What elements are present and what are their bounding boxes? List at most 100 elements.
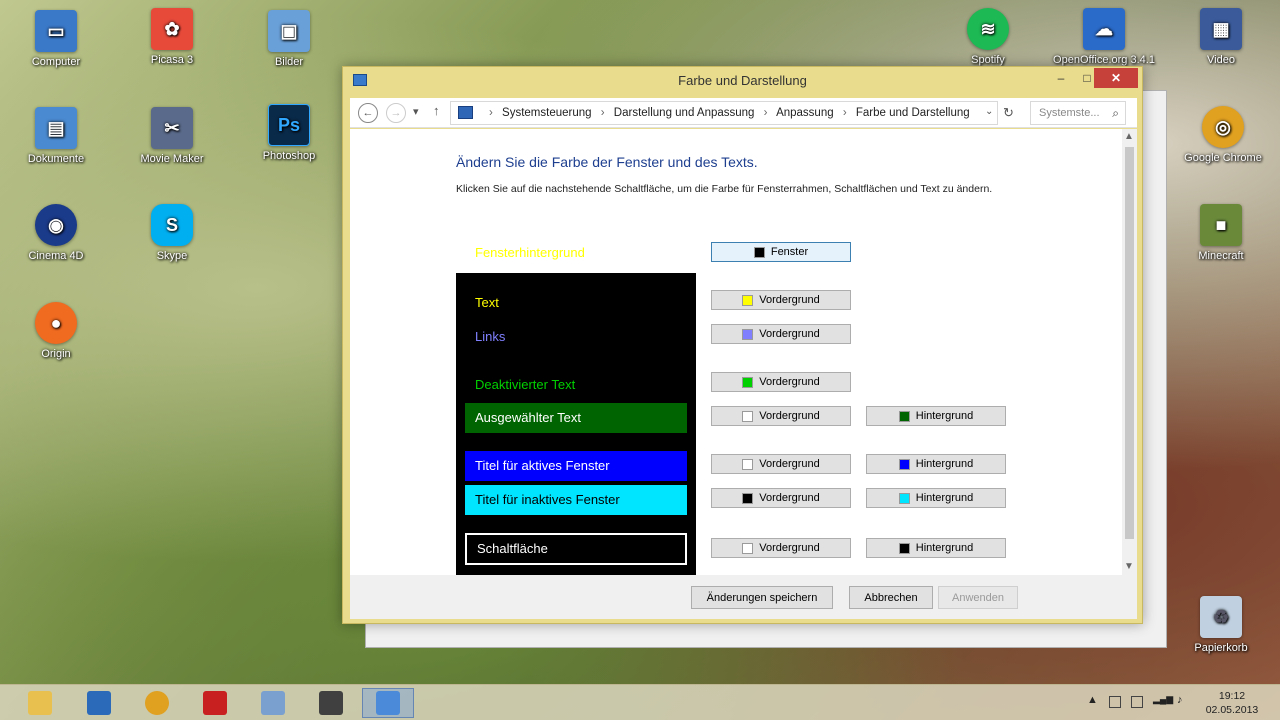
selected-background-button[interactable]: Hintergrund <box>866 406 1006 426</box>
openoffice-icon: ☁ <box>1083 8 1125 50</box>
desktop-icon-computer[interactable]: ▭ Computer <box>13 10 99 68</box>
color-appearance-window: Farbe und Darstellung – □ ✕ ← → ▾ ↑ › Sy… <box>342 66 1143 624</box>
disabled-foreground-button[interactable]: Vordergrund <box>711 372 851 392</box>
desktop-icon-spotify[interactable]: ≋ Spotify <box>945 8 1031 66</box>
desktop-icon-chrome[interactable]: ◎ Google Chrome <box>1178 106 1268 164</box>
active-title-foreground-button[interactable]: Vordergrund <box>711 454 851 474</box>
search-input[interactable]: Systemste... ⌕ <box>1030 101 1126 125</box>
vertical-scrollbar[interactable]: ▲ ▼ <box>1122 129 1137 575</box>
apply-button[interactable]: Anwenden <box>938 586 1018 609</box>
back-button[interactable]: ← <box>358 103 378 123</box>
up-button[interactable]: ↑ <box>433 103 440 118</box>
chrome-icon <box>145 691 169 715</box>
button-label: Fenster <box>770 246 809 258</box>
breadcrumb-darstellung[interactable]: Darstellung und Anpassung <box>614 107 755 119</box>
button-foreground-button[interactable]: Vordergrund <box>711 538 851 558</box>
computer-icon: ▭ <box>35 10 77 52</box>
desktop-icon-label: Origin <box>41 348 71 360</box>
signal-icon[interactable]: ▂▄▆ <box>1153 694 1173 705</box>
desktop-icon-dokumente[interactable]: ▤ Dokumente <box>13 107 99 165</box>
breadcrumb-farbe[interactable]: Farbe und Darstellung <box>856 107 970 119</box>
taskbar-picture[interactable] <box>247 688 299 718</box>
desktop-icon-movie-maker[interactable]: ✂ Movie Maker <box>129 107 215 165</box>
minecraft-icon: ■ <box>1200 204 1242 246</box>
desktop-icon-label: Papierkorb <box>1194 642 1248 654</box>
breadcrumb-systemsteuerung[interactable]: Systemsteuerung <box>502 107 592 119</box>
taskbar-chrome[interactable] <box>131 688 183 718</box>
scroll-up-icon[interactable]: ▲ <box>1124 131 1134 142</box>
address-dropdown-icon[interactable]: ⌄ <box>985 106 993 117</box>
cancel-button[interactable]: Abbrechen <box>849 586 933 609</box>
recent-locations-button[interactable]: ▾ <box>413 105 419 118</box>
navigation-bar: ← → ▾ ↑ › Systemsteuerung › Darstellung … <box>350 98 1137 128</box>
inactive-title-foreground-button[interactable]: Vordergrund <box>711 488 851 508</box>
media-icon <box>319 691 343 715</box>
clock-date: 02.05.2013 <box>1205 704 1259 716</box>
search-icon[interactable]: ⌕ <box>1112 106 1119 121</box>
taskbar-explorer[interactable] <box>14 688 66 718</box>
breadcrumb-separator: › <box>489 107 493 119</box>
network-icon[interactable] <box>1131 696 1143 708</box>
documents-icon: ▤ <box>35 107 77 149</box>
desktop-icon-papierkorb[interactable]: ♻ Papierkorb <box>1178 596 1264 654</box>
desktop-icon-label: Dokumente <box>27 153 85 165</box>
desktop-icon-cinema4d[interactable]: ◉ Cinema 4D <box>13 204 99 262</box>
desktop-icon-label: Computer <box>31 56 81 68</box>
movie-maker-icon: ✂ <box>151 107 193 149</box>
title-bar[interactable]: Farbe und Darstellung – □ ✕ <box>343 67 1142 97</box>
forward-button[interactable]: → <box>386 103 406 123</box>
desktop-icon-picasa[interactable]: ✿ Picasa 3 <box>129 8 215 66</box>
text-foreground-button[interactable]: Vordergrund <box>711 290 851 310</box>
button-label: Vordergrund <box>759 328 820 340</box>
taskbar-media[interactable] <box>305 688 357 718</box>
desktop-icon-openoffice[interactable]: ☁ OpenOffice.org 3.4.1 <box>1049 8 1159 66</box>
close-button[interactable]: ✕ <box>1094 68 1138 88</box>
desktop-icon-skype[interactable]: S Skype <box>129 204 215 262</box>
button-label: Vordergrund <box>759 542 820 554</box>
button-background-button[interactable]: Hintergrund <box>866 538 1006 558</box>
taskbar-control-panel[interactable] <box>73 688 125 718</box>
desktop-icon-bilder[interactable]: ▣ Bilder <box>246 10 332 68</box>
power-icon <box>203 691 227 715</box>
pictures-icon: ▣ <box>268 10 310 52</box>
desktop-icon-label: OpenOffice.org 3.4.1 <box>1053 54 1155 66</box>
color-swatch <box>898 542 910 554</box>
taskbar-clock[interactable]: 19:12 02.05.2013 <box>1202 689 1262 717</box>
inactive-title-background-button[interactable]: Hintergrund <box>866 488 1006 508</box>
desktop-icon-origin[interactable]: ● Origin <box>13 302 99 360</box>
links-foreground-button[interactable]: Vordergrund <box>711 324 851 344</box>
taskbar-power[interactable] <box>189 688 241 718</box>
cinema4d-icon: ◉ <box>35 204 77 246</box>
scroll-down-icon[interactable]: ▼ <box>1124 561 1134 572</box>
window-title: Farbe und Darstellung <box>678 73 807 88</box>
minimize-button[interactable]: – <box>1048 68 1074 88</box>
save-changes-button[interactable]: Änderungen speichern <box>691 586 833 609</box>
chrome-icon: ◎ <box>1202 106 1244 148</box>
preview-button: Schaltfläche <box>465 533 687 565</box>
refresh-button[interactable]: ↻ <box>1003 105 1014 121</box>
origin-icon: ● <box>35 302 77 344</box>
volume-icon[interactable]: ♪ <box>1177 694 1183 706</box>
desktop-icon-photoshop[interactable]: Ps Photoshop <box>246 104 332 162</box>
window-background-button[interactable]: Fenster <box>711 242 851 262</box>
breadcrumb-anpassung[interactable]: Anpassung <box>776 107 834 119</box>
desktop-icon-label: Spotify <box>971 54 1005 66</box>
color-swatch <box>898 458 910 470</box>
taskbar-settings[interactable] <box>362 688 414 718</box>
folder-icon <box>28 691 52 715</box>
breadcrumb-separator: › <box>842 107 847 119</box>
desktop-icon-video[interactable]: ▦ Video <box>1178 8 1264 66</box>
button-label: Hintergrund <box>915 542 974 554</box>
active-title-background-button[interactable]: Hintergrund <box>866 454 1006 474</box>
desktop-icon-label: Google Chrome <box>1184 152 1262 164</box>
button-label: Vordergrund <box>759 294 820 306</box>
taskbar: ▲ ▂▄▆ ♪ 19:12 02.05.2013 <box>0 684 1280 720</box>
preview-links: Links <box>475 329 506 344</box>
scrollbar-thumb[interactable] <box>1125 147 1134 539</box>
action-center-icon[interactable] <box>1109 696 1121 708</box>
selected-foreground-button[interactable]: Vordergrund <box>711 406 851 426</box>
desktop-icon-minecraft[interactable]: ■ Minecraft <box>1178 204 1264 262</box>
color-swatch <box>742 410 754 422</box>
address-bar[interactable]: › Systemsteuerung › Darstellung und Anpa… <box>450 101 998 125</box>
show-hidden-icons-button[interactable]: ▲ <box>1087 694 1098 706</box>
